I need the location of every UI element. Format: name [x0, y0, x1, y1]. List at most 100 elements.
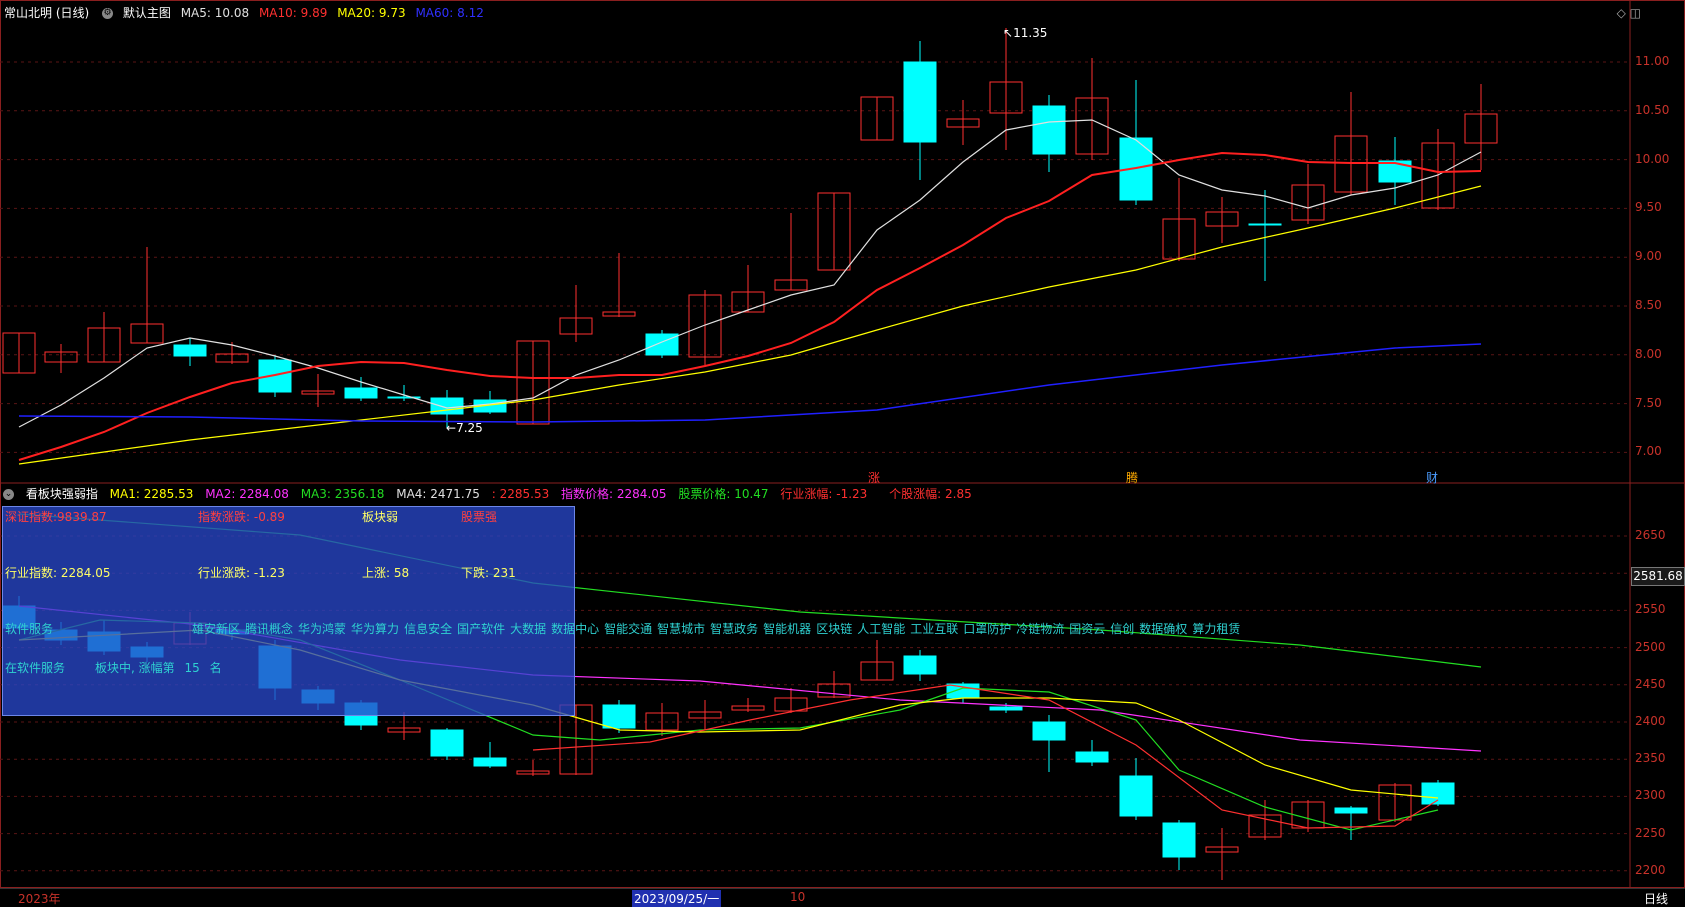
concept-tag[interactable]: 人工智能: [857, 622, 905, 636]
sector-info-panel: 深证指数:9839.87 指数涨跌: -0.89 板块弱 股票强 行业指数: 2…: [2, 506, 575, 716]
sub-chart-header: ⌄ 看板块强弱指 MA1: 2285.53 MA2: 2284.08 MA3: …: [0, 485, 980, 503]
ma20-line: [18, 185, 1482, 465]
rank-unit: 名: [209, 661, 222, 675]
concept-tag[interactable]: 智能交通: [604, 622, 652, 636]
y-tick-label: 8.00: [1635, 346, 1662, 361]
concept-tag[interactable]: 大数据: [510, 622, 546, 636]
marker-zhang[interactable]: 涨: [868, 469, 880, 486]
sub-y-tick-label: 2400: [1635, 714, 1666, 728]
ma1-value: MA1: 2285.53: [109, 487, 194, 501]
concept-tag[interactable]: 数据确权: [1139, 622, 1187, 636]
concept-tag[interactable]: 腾讯概念: [245, 622, 293, 636]
sub-y-tick-label: 2250: [1635, 825, 1666, 840]
candle-body: [1378, 160, 1412, 183]
ma3-value: MA3: 2356.18: [300, 487, 385, 501]
year-label: 2023年: [18, 892, 61, 906]
candle-body: [1032, 105, 1066, 155]
concept-tag[interactable]: 工业互联: [910, 622, 958, 636]
candle-body: [344, 387, 378, 399]
concept-tag[interactable]: 智慧城市: [657, 622, 705, 636]
candle-body: [1248, 223, 1282, 226]
y-tick-label: 7.50: [1635, 395, 1662, 410]
y-tick-label: 10.00: [1635, 151, 1670, 166]
ma5-value: MA5: 10.08: [180, 6, 250, 20]
concept-tag[interactable]: 华为算力: [351, 622, 399, 636]
sub-candle-body: [903, 655, 937, 675]
y-tick-label: 11.00: [1635, 54, 1670, 68]
time-axis-bar: 2023年 2023/09/25/一 10 日线: [0, 888, 1685, 907]
concept-tag[interactable]: 华为鸿蒙: [298, 622, 346, 636]
stock-price-value: 股票价格: 10.47: [678, 487, 769, 501]
y-tick-label: 8.50: [1635, 298, 1662, 312]
concept-tag[interactable]: 口罩防护: [963, 622, 1011, 636]
sub-y-tick-label: 2350: [1635, 751, 1666, 766]
candle-body: [903, 61, 937, 143]
sub-candle-body: [989, 706, 1023, 711]
chart-frame: [0, 0, 1685, 888]
ma2-value: MA2: 2284.08: [205, 487, 289, 501]
sub-candle-body: [1032, 721, 1066, 741]
sub-candle-body: [430, 729, 464, 757]
industry-change-value: 行业涨幅: -1.23: [780, 487, 868, 501]
marker-cai[interactable]: 财: [1426, 469, 1438, 486]
software-service: 软件服务: [5, 622, 54, 636]
maximize-icon[interactable]: ◫: [1630, 6, 1641, 20]
marker-teng[interactable]: 腾: [1126, 469, 1138, 486]
industry-index: 行业指数: 2284.05: [5, 566, 111, 580]
up-count: 上涨: 58: [362, 566, 410, 580]
in-software-service: 在软件服务: [5, 661, 66, 675]
rank-number: 15: [184, 661, 200, 675]
concept-tag[interactable]: 信创: [1110, 622, 1134, 636]
sub-candle-body: [1075, 751, 1109, 763]
szzs-index: 深证指数:9839.87: [5, 510, 107, 524]
sub-y-tick-label: 2200: [1635, 862, 1666, 877]
sub-settings-circle-icon[interactable]: ⌄: [3, 489, 14, 500]
concept-tag[interactable]: 数据中心: [551, 622, 599, 636]
window-controls: ◇ ◫: [1617, 6, 1641, 20]
sub-candle-body: [946, 683, 980, 699]
y-tick-label: 7.00: [1635, 444, 1662, 459]
concept-tag[interactable]: 信息安全: [404, 622, 452, 636]
index-price-value: 指数价格: 2284.05: [561, 487, 667, 501]
ma60-value: MA60: 8.12: [415, 6, 484, 20]
industry-change: 行业涨跌: -1.23: [198, 566, 285, 580]
ma20-value: MA20: 9.73: [337, 6, 406, 20]
concept-tag[interactable]: 国产软件: [457, 622, 505, 636]
stock-strong: 股票强: [461, 510, 498, 524]
low-price-label: ←7.25: [446, 421, 483, 435]
stock-name[interactable]: 常山北明 (日线): [4, 6, 89, 20]
period-label[interactable]: 日线: [1644, 890, 1668, 907]
sub-candle-body: [1162, 822, 1196, 858]
sub-y-tick-label: 2550: [1635, 602, 1666, 617]
rank-text: 板块中, 涨幅第 15 名: [95, 659, 222, 676]
concept-tag[interactable]: 冷链物流: [1016, 622, 1064, 636]
sub-y-tick-label: 2450: [1635, 676, 1666, 691]
concept-tag[interactable]: 雄安新区: [192, 622, 240, 636]
current-index-tag: 2581.68: [1631, 567, 1685, 586]
sub-candle-body: [1421, 782, 1455, 805]
ma4-value: MA4: 2471.75: [396, 487, 480, 501]
concept-tag[interactable]: 算力租赁: [1192, 622, 1240, 636]
kline-chart-canvas[interactable]: [0, 0, 1685, 905]
settings-circle-icon[interactable]: ⚙: [102, 8, 114, 19]
sub-candle-body: [473, 757, 507, 767]
index-change: 指数涨跌: -0.89: [198, 510, 285, 524]
sub-candle-body: [1334, 807, 1368, 814]
indicator-name[interactable]: 看板块强弱指: [26, 487, 98, 501]
main-chart-header: 常山北明 (日线) ⚙ 默认主图 MA5: 10.08 MA10: 9.89 M…: [0, 4, 490, 22]
candle-body: [173, 344, 207, 357]
template-name[interactable]: 默认主图: [123, 6, 171, 20]
y-tick-label: 9.00: [1635, 249, 1662, 264]
sub-y-tick-label: 2500: [1635, 639, 1666, 654]
diamond-icon[interactable]: ◇: [1617, 6, 1626, 20]
y-tick-label: 9.50: [1635, 200, 1662, 215]
v5-line: [532, 684, 1439, 829]
concept-tag[interactable]: 区块链: [816, 622, 852, 636]
sub-y-tick-label: 2650: [1635, 528, 1666, 542]
concept-tag[interactable]: 国资云: [1069, 622, 1105, 636]
concept-tag[interactable]: 智慧政务: [710, 622, 758, 636]
sub-y-tick-label: 2300: [1635, 788, 1666, 803]
high-price-value: 11.35: [1013, 26, 1048, 40]
concept-tag[interactable]: 智能机器: [763, 622, 811, 636]
cursor-date-label: 2023/09/25/一: [632, 890, 722, 907]
